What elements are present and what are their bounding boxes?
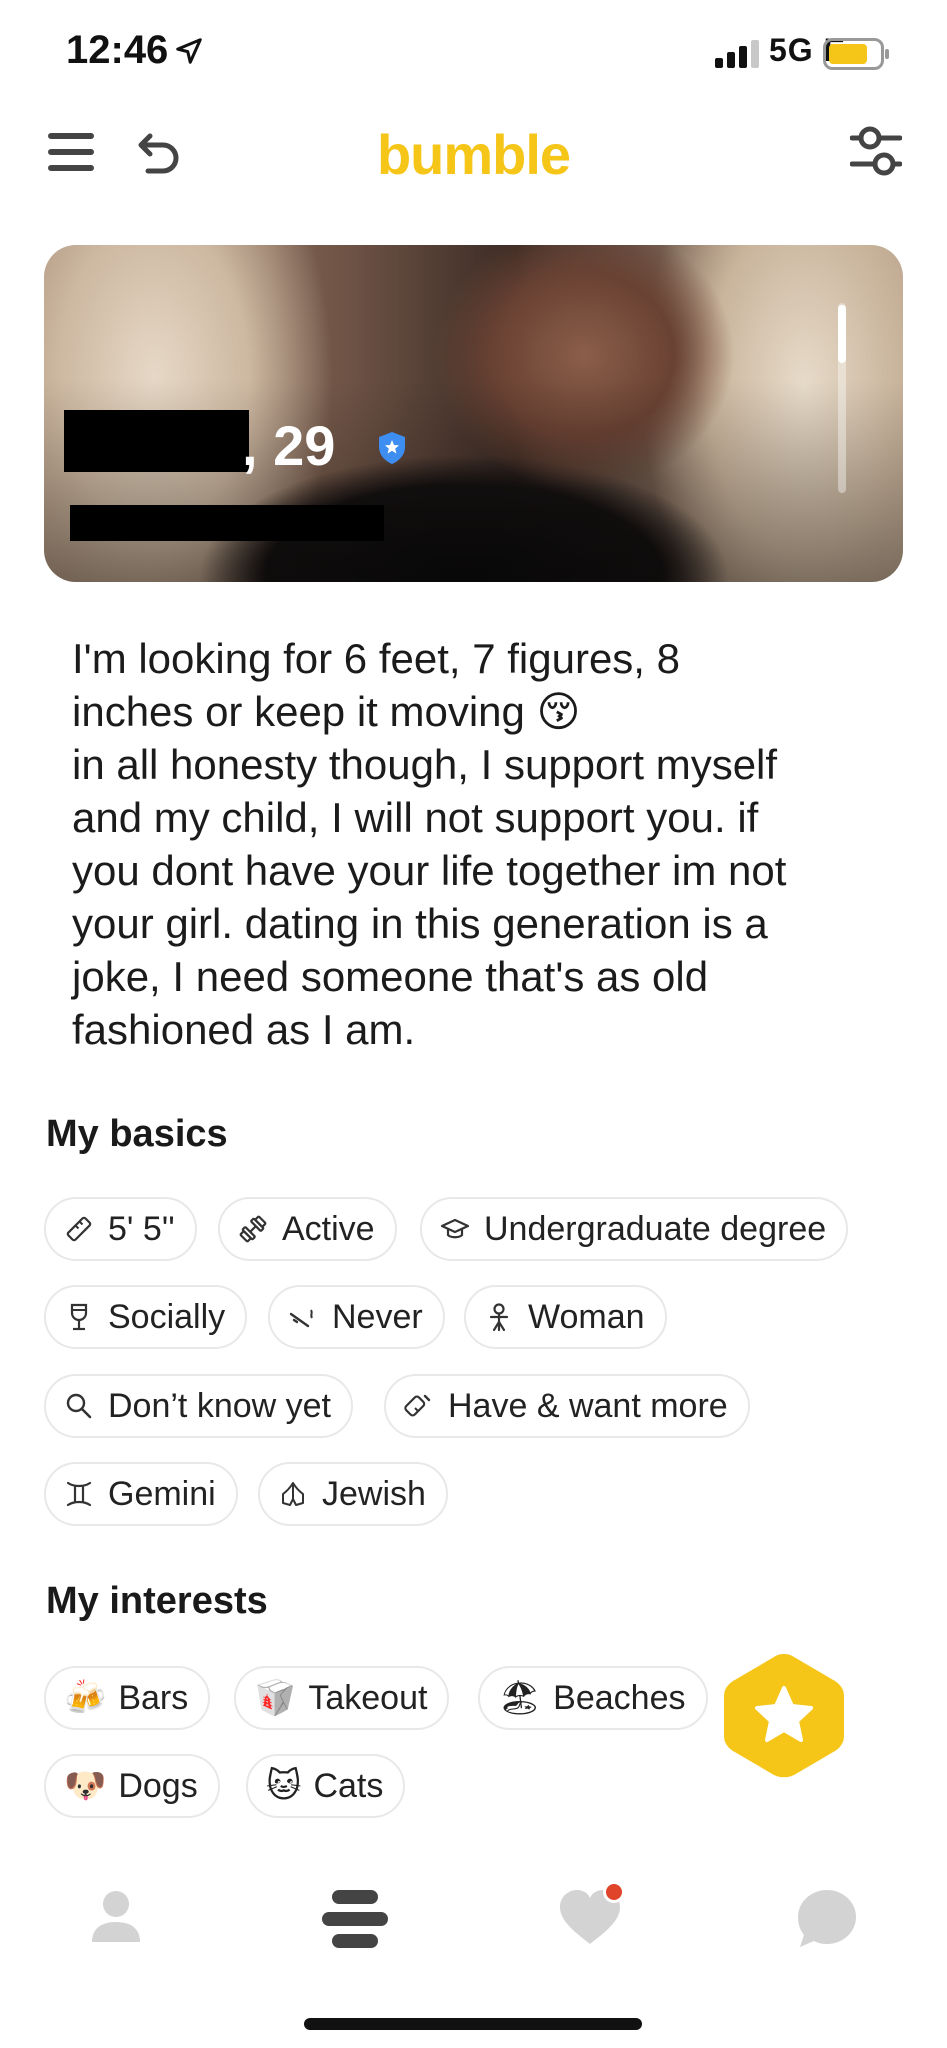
basic-chip-zodiac: Gemini — [44, 1462, 238, 1526]
interest-chip-beaches: 🏖 Beaches — [478, 1666, 708, 1730]
interest-chip-label: Bars — [118, 1678, 189, 1717]
basic-chip-label: Gemini — [108, 1474, 216, 1513]
basic-chip-exercise: Active — [218, 1197, 397, 1261]
cat-face-icon: 🐱 — [266, 1766, 302, 1806]
interest-chip-takeout: 🥡 Takeout — [234, 1666, 450, 1730]
nav-discover-icon[interactable] — [322, 1890, 388, 1948]
interest-chip-label: Dogs — [118, 1766, 198, 1805]
basic-chip-drinking: Socially — [44, 1285, 248, 1349]
bio-text: I'm looking for 6 feet, 7 figures, 8 inc… — [72, 635, 787, 1053]
basics-title: My basics — [46, 1113, 228, 1155]
basic-chip-label: Jewish — [322, 1474, 426, 1513]
dumbbell-icon — [239, 1215, 267, 1243]
takeout-box-icon: 🥡 — [254, 1678, 297, 1718]
verified-badge-icon[interactable] — [376, 431, 408, 465]
basic-chip-looking-for: Don’t know yet — [44, 1374, 353, 1438]
filter-icon[interactable] — [850, 124, 902, 180]
wine-glass-icon — [70, 1303, 88, 1331]
basic-chip-label: Undergraduate degree — [484, 1209, 827, 1248]
dog-face-icon: 🐶 — [64, 1766, 107, 1806]
ruler-icon — [66, 1216, 92, 1242]
praying-hands-icon — [282, 1482, 304, 1506]
no-smoking-icon — [289, 1309, 313, 1328]
profile-age: , 29 — [242, 414, 336, 477]
basic-chip-kids: Have & want more — [384, 1374, 750, 1438]
nav-liked-you-icon[interactable] — [558, 1880, 630, 1948]
battery-icon — [823, 38, 889, 70]
interest-chip-cats: 🐱 Cats — [246, 1754, 406, 1818]
app-logo: bumble — [376, 123, 571, 186]
person-icon — [489, 1303, 509, 1332]
interest-chip-label: Cats — [313, 1766, 384, 1805]
status-time: 12:46 — [66, 28, 169, 72]
basic-chip-label: Woman — [528, 1297, 645, 1336]
graduation-cap-icon — [440, 1218, 470, 1239]
interest-chip-label: Beaches — [553, 1678, 686, 1717]
baby-bottle-icon — [404, 1394, 431, 1417]
nav-chats-icon[interactable] — [796, 1888, 858, 1950]
superswipe-star-button[interactable] — [718, 1650, 850, 1782]
interest-chip-bars: 🍻 Bars — [44, 1666, 211, 1730]
interest-chip-label: Takeout — [308, 1678, 428, 1717]
zodiac-icon — [66, 1481, 92, 1507]
basic-chip-label: Never — [332, 1297, 423, 1336]
basic-chip-label: 5' 5'' — [108, 1209, 175, 1248]
signal-icon — [715, 40, 759, 68]
beer-mugs-icon: 🍻 — [64, 1678, 107, 1718]
basic-chip-label: Active — [282, 1209, 375, 1248]
redacted-name — [64, 410, 249, 472]
interests-title: My interests — [46, 1580, 268, 1622]
interest-chip-dogs: 🐶 Dogs — [44, 1754, 220, 1818]
basic-chip-label: Have & want more — [448, 1386, 728, 1425]
basic-chip-label: Socially — [108, 1297, 226, 1336]
nav-profile-icon[interactable] — [90, 1888, 142, 1944]
profile-photo[interactable]: , 29 — [44, 245, 903, 582]
redacted-location — [70, 505, 384, 541]
photo-scroll-thumb[interactable] — [838, 305, 846, 363]
location-arrow-icon — [176, 38, 202, 64]
basic-chip-education: Undergraduate degree — [420, 1197, 849, 1261]
basic-chip-label: Don’t know yet — [108, 1386, 331, 1425]
basic-chip-smoking: Never — [268, 1285, 445, 1349]
search-icon — [66, 1393, 92, 1419]
home-indicator[interactable] — [304, 2018, 642, 2030]
beach-umbrella-icon: 🏖 — [498, 1678, 542, 1718]
basic-chip-gender: Woman — [464, 1285, 667, 1349]
basic-chip-religion: Jewish — [258, 1462, 448, 1526]
basic-chip-height: 5' 5'' — [44, 1197, 197, 1261]
